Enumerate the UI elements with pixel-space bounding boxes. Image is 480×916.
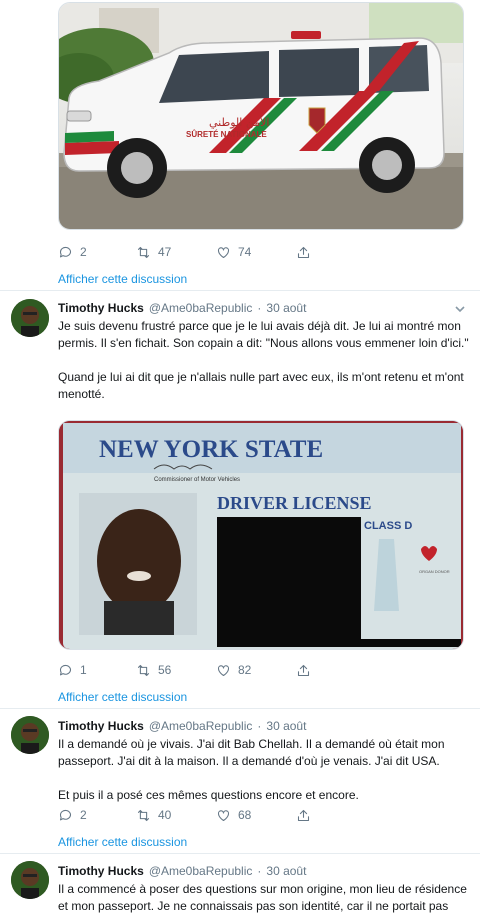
chevron-down-icon — [455, 306, 465, 313]
tweet-paragraph: Il a commencé à poser des questions sur … — [58, 882, 467, 913]
reply-count: 2 — [80, 245, 87, 259]
tweet-image-driver-license[interactable]: NEW YORK STATE Commissioner of Motor Veh… — [58, 420, 464, 650]
show-thread-link[interactable]: Afficher cette discussion — [58, 690, 187, 704]
tweet1-actions: 1 56 82 — [58, 660, 318, 680]
reply-button[interactable]: 1 — [58, 663, 87, 678]
author-name[interactable]: Timothy Hucks — [58, 864, 144, 878]
van-french-text: SÛRETÉ NATIONALE — [186, 130, 267, 139]
avatar-image — [11, 716, 49, 754]
retweet-icon — [137, 246, 150, 258]
separator-dot: · — [257, 719, 262, 733]
retweet-button[interactable]: 40 — [136, 808, 171, 823]
tweet-divider — [0, 853, 480, 854]
separator-dot: · — [257, 301, 262, 315]
author-handle[interactable]: @Ame0baRepublic — [149, 719, 253, 733]
redacted-block — [217, 517, 361, 647]
tweet-date[interactable]: 30 août — [266, 719, 306, 733]
share-icon — [297, 246, 310, 258]
tweet-header: Timothy Hucks @Ame0baRepublic · 30 août — [58, 864, 306, 878]
license-title-text: DRIVER LICENSE — [217, 493, 372, 513]
like-count: 68 — [238, 808, 252, 822]
tweet-paragraph: Quand je lui ai dit que je n'allais null… — [58, 370, 464, 401]
license-photo: NEW YORK STATE Commissioner of Motor Veh… — [59, 421, 463, 649]
reply-count: 1 — [80, 663, 87, 677]
tweet-text: Il a demandé où je vivais. J'ai dit Bab … — [58, 736, 470, 804]
share-button[interactable] — [296, 663, 318, 678]
avatar-image — [11, 861, 49, 899]
heart-icon — [217, 664, 230, 676]
author-handle[interactable]: @Ame0baRepublic — [149, 864, 253, 878]
like-button[interactable]: 82 — [216, 663, 251, 678]
show-thread-link[interactable]: Afficher cette discussion — [58, 835, 187, 849]
van-arabic-text: الأمن الوطني — [209, 115, 269, 129]
more-options-button[interactable] — [454, 302, 466, 314]
tweet-image-police-van[interactable]: الأمن الوطني SÛRETÉ NATIONALE — [58, 2, 464, 230]
tweet2-actions: 2 40 68 — [58, 805, 318, 825]
tweet0-actions: 2 47 74 — [58, 242, 318, 262]
share-button[interactable] — [296, 245, 318, 260]
like-count: 74 — [238, 245, 252, 259]
share-icon — [297, 664, 310, 676]
tweet-divider — [0, 290, 480, 291]
heart-icon — [217, 246, 230, 258]
avatar[interactable] — [11, 861, 49, 899]
show-thread-link[interactable]: Afficher cette discussion — [58, 272, 187, 286]
avatar[interactable] — [11, 716, 49, 754]
reply-icon — [59, 246, 72, 257]
tweet-date[interactable]: 30 août — [266, 864, 306, 878]
tweet-divider — [0, 708, 480, 709]
avatar[interactable] — [11, 299, 49, 337]
tweet-paragraph: Je suis devenu frustré parce que je le l… — [58, 319, 469, 350]
reply-icon — [59, 664, 72, 675]
retweet-icon — [137, 809, 150, 821]
retweet-button[interactable]: 47 — [136, 245, 171, 260]
separator-dot: · — [257, 864, 262, 878]
retweet-icon — [137, 664, 150, 676]
heart-icon — [217, 809, 230, 821]
license-state-text: NEW YORK STATE — [99, 436, 323, 463]
tweet-paragraph: Et puis il a posé ces mêmes questions en… — [58, 788, 359, 802]
reply-button[interactable]: 2 — [58, 808, 87, 823]
avatar-image — [11, 299, 49, 337]
author-name[interactable]: Timothy Hucks — [58, 301, 144, 315]
author-name[interactable]: Timothy Hucks — [58, 719, 144, 733]
license-class-text: CLASS D — [364, 520, 412, 532]
reply-count: 2 — [80, 808, 87, 822]
tweet-paragraph: Il a demandé où je vivais. J'ai dit Bab … — [58, 737, 445, 768]
retweet-button[interactable]: 56 — [136, 663, 171, 678]
license-commissioner-text: Commissioner of Motor Vehicles — [154, 477, 240, 483]
tweet-text: Il a commencé à poser des questions sur … — [58, 881, 470, 916]
like-button[interactable]: 74 — [216, 245, 251, 260]
like-button[interactable]: 68 — [216, 808, 251, 823]
organ-donor-text: ORGAN DONOR — [419, 569, 450, 574]
tweet-header: Timothy Hucks @Ame0baRepublic · 30 août — [58, 719, 306, 733]
tweet-text: Je suis devenu frustré parce que je le l… — [58, 318, 470, 403]
tweet-date[interactable]: 30 août — [266, 301, 306, 315]
share-button[interactable] — [296, 808, 318, 823]
share-icon — [297, 809, 310, 821]
retweet-count: 56 — [158, 663, 172, 677]
retweet-count: 47 — [158, 245, 172, 259]
reply-icon — [59, 809, 72, 820]
reply-button[interactable]: 2 — [58, 245, 87, 260]
author-handle[interactable]: @Ame0baRepublic — [149, 301, 253, 315]
police-van-photo: الأمن الوطني SÛRETÉ NATIONALE — [59, 3, 463, 229]
retweet-count: 40 — [158, 808, 172, 822]
like-count: 82 — [238, 663, 252, 677]
tweet-header: Timothy Hucks @Ame0baRepublic · 30 août — [58, 301, 306, 315]
